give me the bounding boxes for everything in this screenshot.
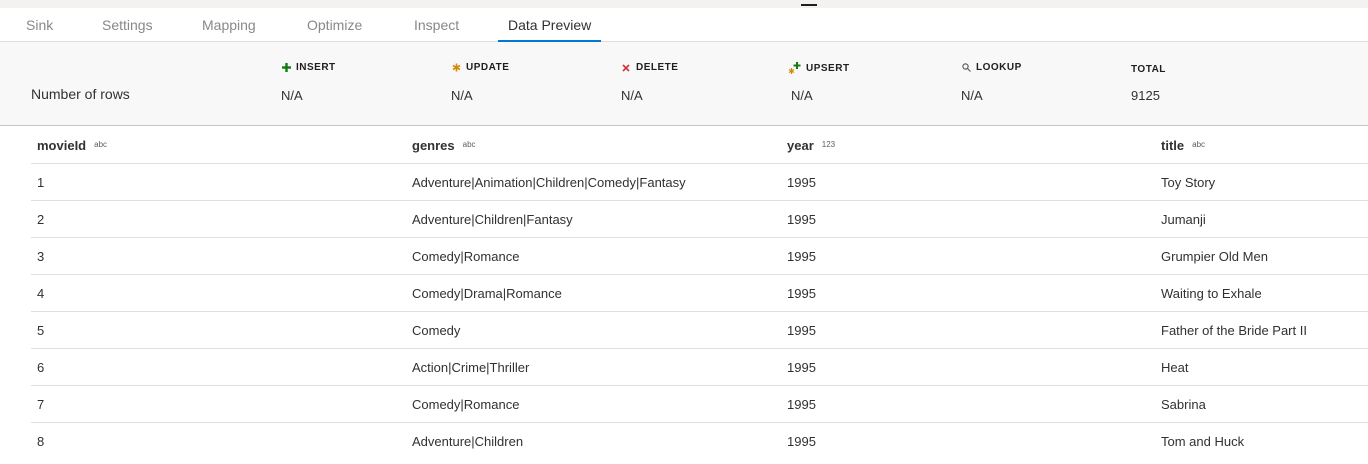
number-of-rows-label: Number of rows — [31, 86, 130, 102]
cell-genres: Comedy|Romance — [412, 397, 520, 412]
lookup-label: LOOKUP — [976, 62, 1022, 73]
delete-value: N/A — [621, 88, 643, 103]
cell-genres: Comedy|Drama|Romance — [412, 286, 562, 301]
cell-movieid: 6 — [37, 360, 45, 375]
update-value: N/A — [451, 88, 473, 103]
tab-inspect[interactable]: Inspect — [414, 8, 459, 42]
cell-year: 1995 — [787, 397, 816, 412]
cell-genres: Adventure|Children|Fantasy — [412, 212, 573, 227]
cell-year: 1995 — [787, 360, 816, 375]
cell-genres: Adventure|Animation|Children|Comedy|Fant… — [412, 175, 686, 190]
tab-settings[interactable]: Settings — [102, 8, 153, 42]
insert-value: N/A — [281, 88, 303, 103]
data-preview-grid: movieId abc genres abc year 123 title abc 1 … — [31, 127, 1368, 460]
cell-movieid: 7 — [37, 397, 45, 412]
cell-year: 1995 — [787, 434, 816, 449]
asterisk-icon — [451, 63, 461, 73]
cell-genres: Comedy — [412, 323, 461, 338]
table-row[interactable]: 4 Comedy|Drama|Romance 1995 Waiting to E… — [31, 275, 1368, 312]
row-stats-panel: Number of rows INSERT N/A UPDATE N/A DEL… — [0, 42, 1368, 126]
search-icon — [961, 63, 971, 73]
total-value: 9125 — [1131, 88, 1160, 103]
type-badge: 123 — [821, 140, 836, 149]
cell-title: Tom and Huck — [1161, 434, 1245, 449]
cell-title: Waiting to Exhale — [1161, 286, 1262, 301]
lookup-header: LOOKUP — [961, 62, 1022, 73]
cell-year: 1995 — [787, 175, 816, 190]
panel-resize-handle[interactable] — [801, 4, 817, 6]
lookup-value: N/A — [961, 88, 983, 103]
cell-title: Heat — [1161, 360, 1189, 375]
upsert-icon — [788, 62, 801, 75]
grid-header-row: movieId abc genres abc year 123 title abc — [31, 127, 1368, 164]
cell-genres: Action|Crime|Thriller — [412, 360, 530, 375]
cell-movieid: 1 — [37, 175, 45, 190]
total-label: TOTAL — [1131, 64, 1166, 75]
x-icon — [621, 63, 631, 73]
cell-movieid: 8 — [37, 434, 45, 449]
cell-genres: Adventure|Children — [412, 434, 524, 449]
plus-icon — [281, 63, 291, 73]
column-header-year[interactable]: year 123 — [787, 138, 835, 153]
tab-mapping[interactable]: Mapping — [202, 8, 256, 42]
insert-header: INSERT — [281, 62, 336, 73]
table-row[interactable]: 8 Adventure|Children 1995 Tom and Huck — [31, 423, 1368, 460]
type-badge: abc — [1192, 140, 1206, 149]
cell-title: Grumpier Old Men — [1161, 249, 1268, 264]
cell-genres: Comedy|Romance — [412, 249, 520, 264]
table-row[interactable]: 7 Comedy|Romance 1995 Sabrina — [31, 386, 1368, 423]
tab-bar: Sink Settings Mapping Optimize Inspect D… — [0, 8, 1368, 42]
cell-movieid: 5 — [37, 323, 45, 338]
column-header-title[interactable]: title abc — [1161, 138, 1205, 153]
cell-title: Toy Story — [1161, 175, 1216, 190]
tab-sink[interactable]: Sink — [26, 8, 53, 42]
type-badge: abc — [94, 140, 108, 149]
cell-movieid: 4 — [37, 286, 45, 301]
table-row[interactable]: 2 Adventure|Children|Fantasy 1995 Jumanj… — [31, 201, 1368, 238]
tab-optimize[interactable]: Optimize — [307, 8, 362, 42]
cell-title: Father of the Bride Part II — [1161, 323, 1307, 338]
upsert-label: UPSERT — [806, 63, 850, 74]
cell-year: 1995 — [787, 286, 816, 301]
cell-year: 1995 — [787, 323, 816, 338]
cell-movieid: 3 — [37, 249, 45, 264]
total-header: TOTAL — [1131, 64, 1166, 75]
table-row[interactable]: 5 Comedy 1995 Father of the Bride Part I… — [31, 312, 1368, 349]
table-row[interactable]: 1 Adventure|Animation|Children|Comedy|Fa… — [31, 164, 1368, 201]
cell-title: Jumanji — [1161, 212, 1206, 227]
delete-label: DELETE — [636, 62, 679, 73]
type-badge: abc — [462, 140, 476, 149]
cell-movieid: 2 — [37, 212, 45, 227]
update-header: UPDATE — [451, 62, 509, 73]
column-header-genres[interactable]: genres abc — [412, 138, 476, 153]
delete-header: DELETE — [621, 62, 678, 73]
insert-label: INSERT — [296, 62, 336, 73]
column-header-movieid[interactable]: movieId abc — [37, 138, 107, 153]
cell-title: Sabrina — [1161, 397, 1206, 412]
upsert-header: UPSERT — [788, 62, 850, 75]
table-row[interactable]: 3 Comedy|Romance 1995 Grumpier Old Men — [31, 238, 1368, 275]
cell-year: 1995 — [787, 212, 816, 227]
tab-data-preview[interactable]: Data Preview — [497, 8, 602, 42]
cell-year: 1995 — [787, 249, 816, 264]
upsert-value: N/A — [791, 88, 813, 103]
update-label: UPDATE — [466, 62, 510, 73]
table-row[interactable]: 6 Action|Crime|Thriller 1995 Heat — [31, 349, 1368, 386]
top-strip — [0, 0, 1368, 8]
